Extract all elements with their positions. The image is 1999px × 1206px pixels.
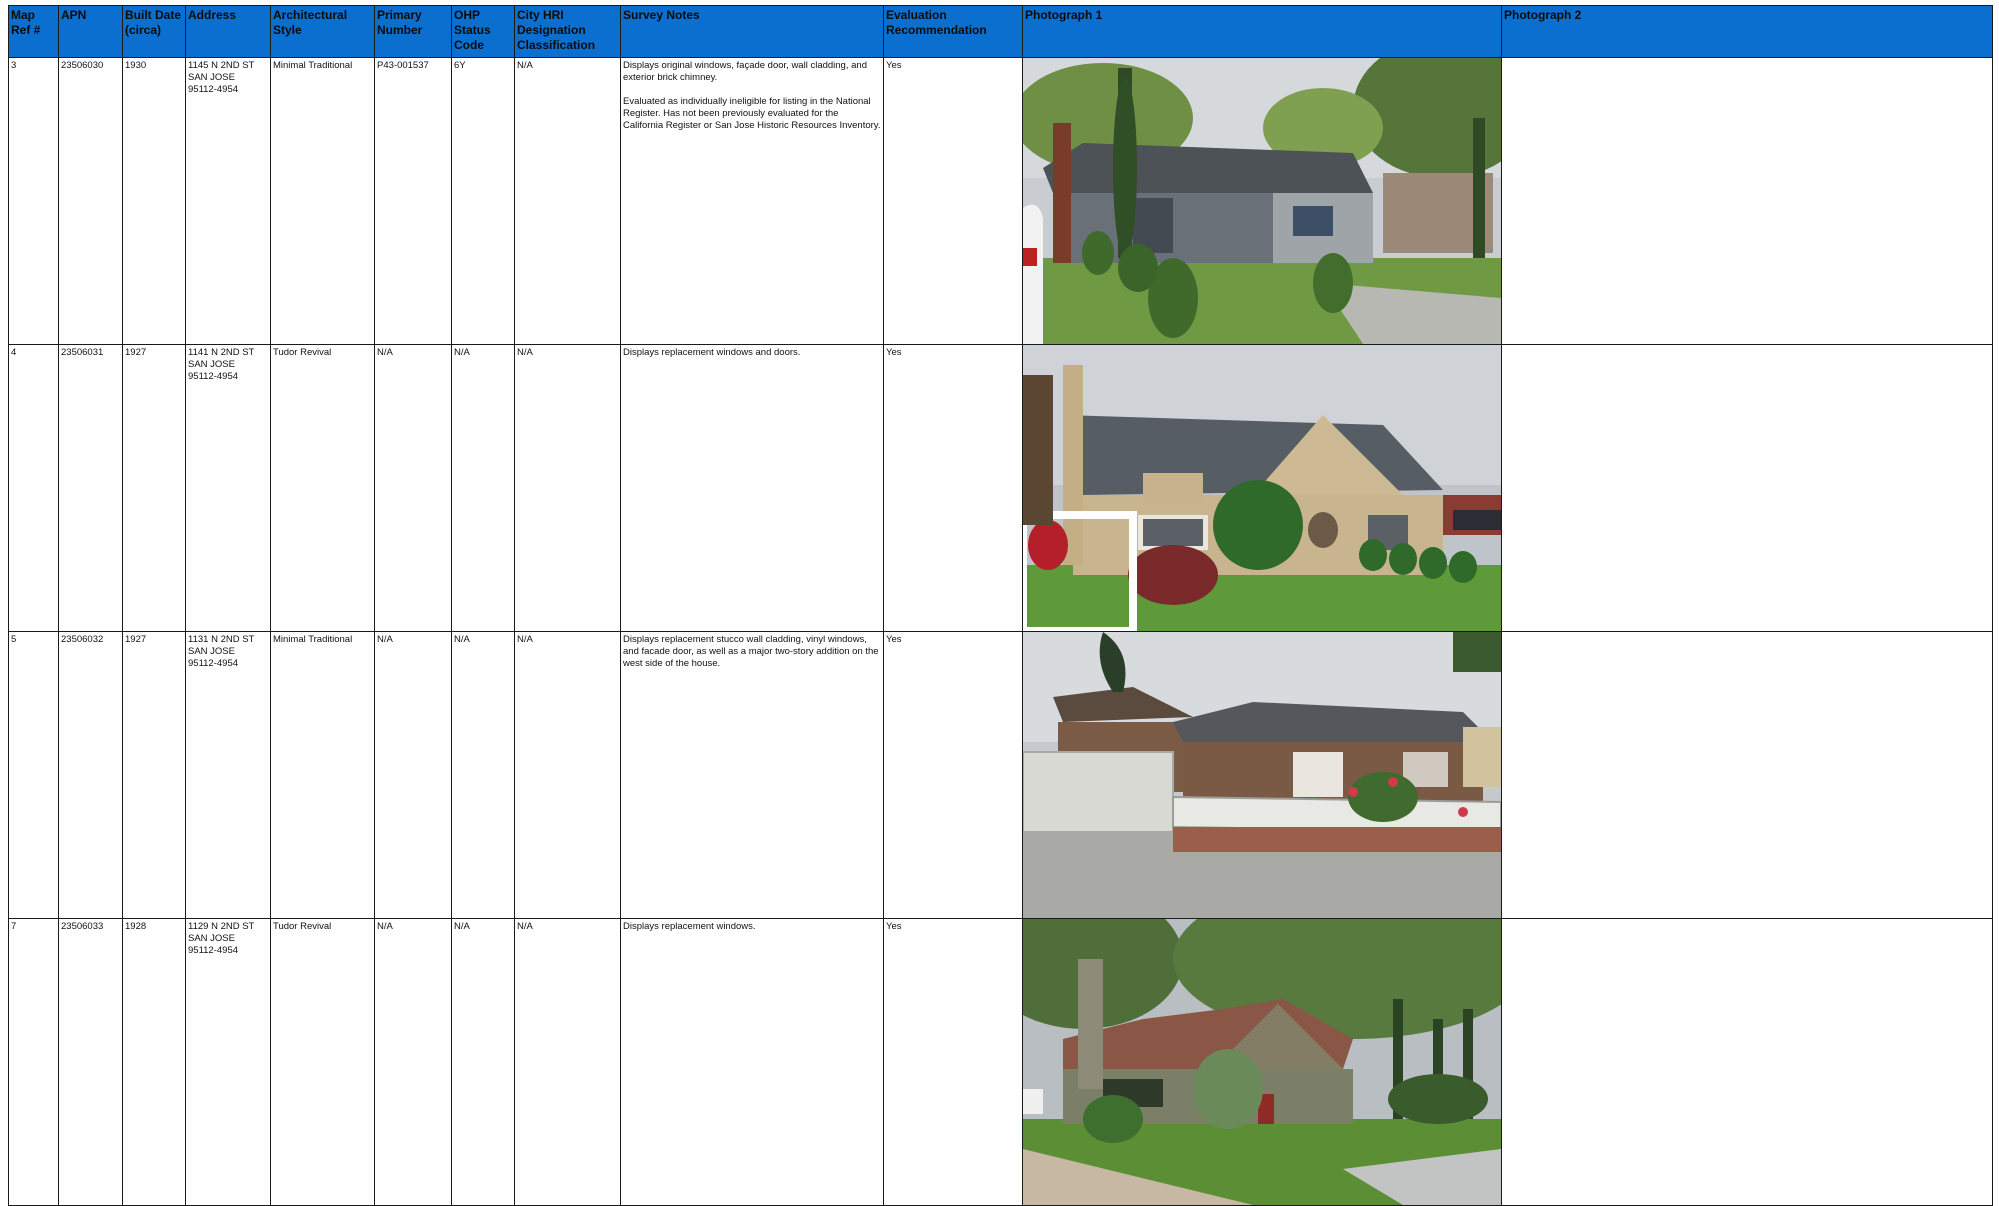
photo-2-cell (1501, 344, 1993, 632)
header-style: Architectural Style (270, 5, 375, 58)
header-row: Map Ref # APN Built Date (circa) Address… (8, 5, 1993, 58)
photo-2-cell (1501, 631, 1993, 919)
primary-number-cell: N/A (374, 918, 452, 1206)
hri-cell: N/A (514, 344, 621, 632)
address-city: SAN JOSE (188, 359, 235, 370)
apn-cell: 23506033 (58, 918, 123, 1206)
address-city: SAN JOSE (188, 646, 235, 657)
apn-cell: 23506032 (58, 631, 123, 919)
table-row: 3 23506030 1930 1145 N 2ND ST SAN JOSE 9… (8, 57, 1993, 345)
built-date-cell: 1928 (122, 918, 186, 1206)
address-zip: 95112-4954 (188, 84, 239, 95)
built-date-cell: 1930 (122, 57, 186, 345)
house-photo (1023, 58, 1501, 344)
header-built-date: Built Date (circa) (122, 5, 186, 58)
built-date-cell: 1927 (122, 631, 186, 919)
address-street: 1145 N 2ND ST (188, 60, 255, 71)
header-survey-notes: Survey Notes (620, 5, 884, 58)
ohp-status-cell: 6Y (451, 57, 515, 345)
address-zip: 95112-4954 (188, 658, 239, 669)
address-street: 1141 N 2ND ST (188, 347, 255, 358)
house-photo (1023, 345, 1501, 631)
header-photo-2: Photograph 2 (1501, 5, 1993, 58)
ohp-status-cell: N/A (451, 918, 515, 1206)
survey-table: Map Ref # APN Built Date (circa) Address… (8, 5, 1993, 1206)
style-cell: Minimal Traditional (270, 631, 375, 919)
ohp-status-cell: N/A (451, 344, 515, 632)
header-hri: City HRI Designation Classification (514, 5, 621, 58)
address-cell: 1141 N 2ND ST SAN JOSE 95112-4954 (185, 344, 271, 632)
table-row: 7 23506033 1928 1129 N 2ND ST SAN JOSE 9… (8, 918, 1993, 1206)
evaluation-cell: Yes (883, 631, 1023, 919)
style-cell: Tudor Revival (270, 344, 375, 632)
header-evaluation: Evaluation Recommendation (883, 5, 1023, 58)
survey-note: Displays original windows, façade door, … (623, 60, 867, 83)
photo-1-cell (1022, 57, 1502, 345)
table-row: 5 23506032 1927 1131 N 2ND ST SAN JOSE 9… (8, 631, 1993, 919)
survey-notes-cell: Displays original windows, façade door, … (620, 57, 884, 345)
ohp-status-cell: N/A (451, 631, 515, 919)
evaluation-cell: Yes (883, 57, 1023, 345)
table-row: 4 23506031 1927 1141 N 2ND ST SAN JOSE 9… (8, 344, 1993, 632)
style-cell: Tudor Revival (270, 918, 375, 1206)
address-zip: 95112-4954 (188, 371, 239, 382)
photo-1-cell (1022, 631, 1502, 919)
header-apn: APN (58, 5, 123, 58)
header-map-ref: Map Ref # (8, 5, 59, 58)
survey-notes-cell: Displays replacement windows and doors. (620, 344, 884, 632)
survey-note: Evaluated as individually ineligible for… (623, 96, 881, 131)
photo-1-cell (1022, 918, 1502, 1206)
survey-notes-cell: Displays replacement stucco wall claddin… (620, 631, 884, 919)
header-photo-1: Photograph 1 (1022, 5, 1502, 58)
primary-number-cell: N/A (374, 344, 452, 632)
header-ohp-status: OHP Status Code (451, 5, 515, 58)
survey-note: Displays replacement windows and doors. (623, 347, 801, 358)
house-photo (1023, 632, 1501, 918)
hri-cell: N/A (514, 631, 621, 919)
house-photo (1023, 919, 1501, 1205)
apn-cell: 23506030 (58, 57, 123, 345)
address-cell: 1145 N 2ND ST SAN JOSE 95112-4954 (185, 57, 271, 345)
apn-cell: 23506031 (58, 344, 123, 632)
photo-2-cell (1501, 57, 1993, 345)
map-ref-cell: 5 (8, 631, 59, 919)
map-ref-cell: 4 (8, 344, 59, 632)
style-cell: Minimal Traditional (270, 57, 375, 345)
evaluation-cell: Yes (883, 918, 1023, 1206)
header-address: Address (185, 5, 271, 58)
address-city: SAN JOSE (188, 933, 235, 944)
built-date-cell: 1927 (122, 344, 186, 632)
primary-number-cell: N/A (374, 631, 452, 919)
address-cell: 1131 N 2ND ST SAN JOSE 95112-4954 (185, 631, 271, 919)
address-cell: 1129 N 2ND ST SAN JOSE 95112-4954 (185, 918, 271, 1206)
address-zip: 95112-4954 (188, 945, 239, 956)
photo-1-cell (1022, 344, 1502, 632)
photo-2-cell (1501, 918, 1993, 1206)
survey-note: Displays replacement stucco wall claddin… (623, 634, 879, 669)
hri-cell: N/A (514, 918, 621, 1206)
primary-number-cell: P43-001537 (374, 57, 452, 345)
map-ref-cell: 3 (8, 57, 59, 345)
address-street: 1129 N 2ND ST (188, 921, 255, 932)
address-street: 1131 N 2ND ST (188, 634, 255, 645)
address-city: SAN JOSE (188, 72, 235, 83)
header-primary-number: Primary Number (374, 5, 452, 58)
survey-notes-cell: Displays replacement windows. (620, 918, 884, 1206)
map-ref-cell: 7 (8, 918, 59, 1206)
survey-note: Displays replacement windows. (623, 921, 756, 932)
hri-cell: N/A (514, 57, 621, 345)
evaluation-cell: Yes (883, 344, 1023, 632)
